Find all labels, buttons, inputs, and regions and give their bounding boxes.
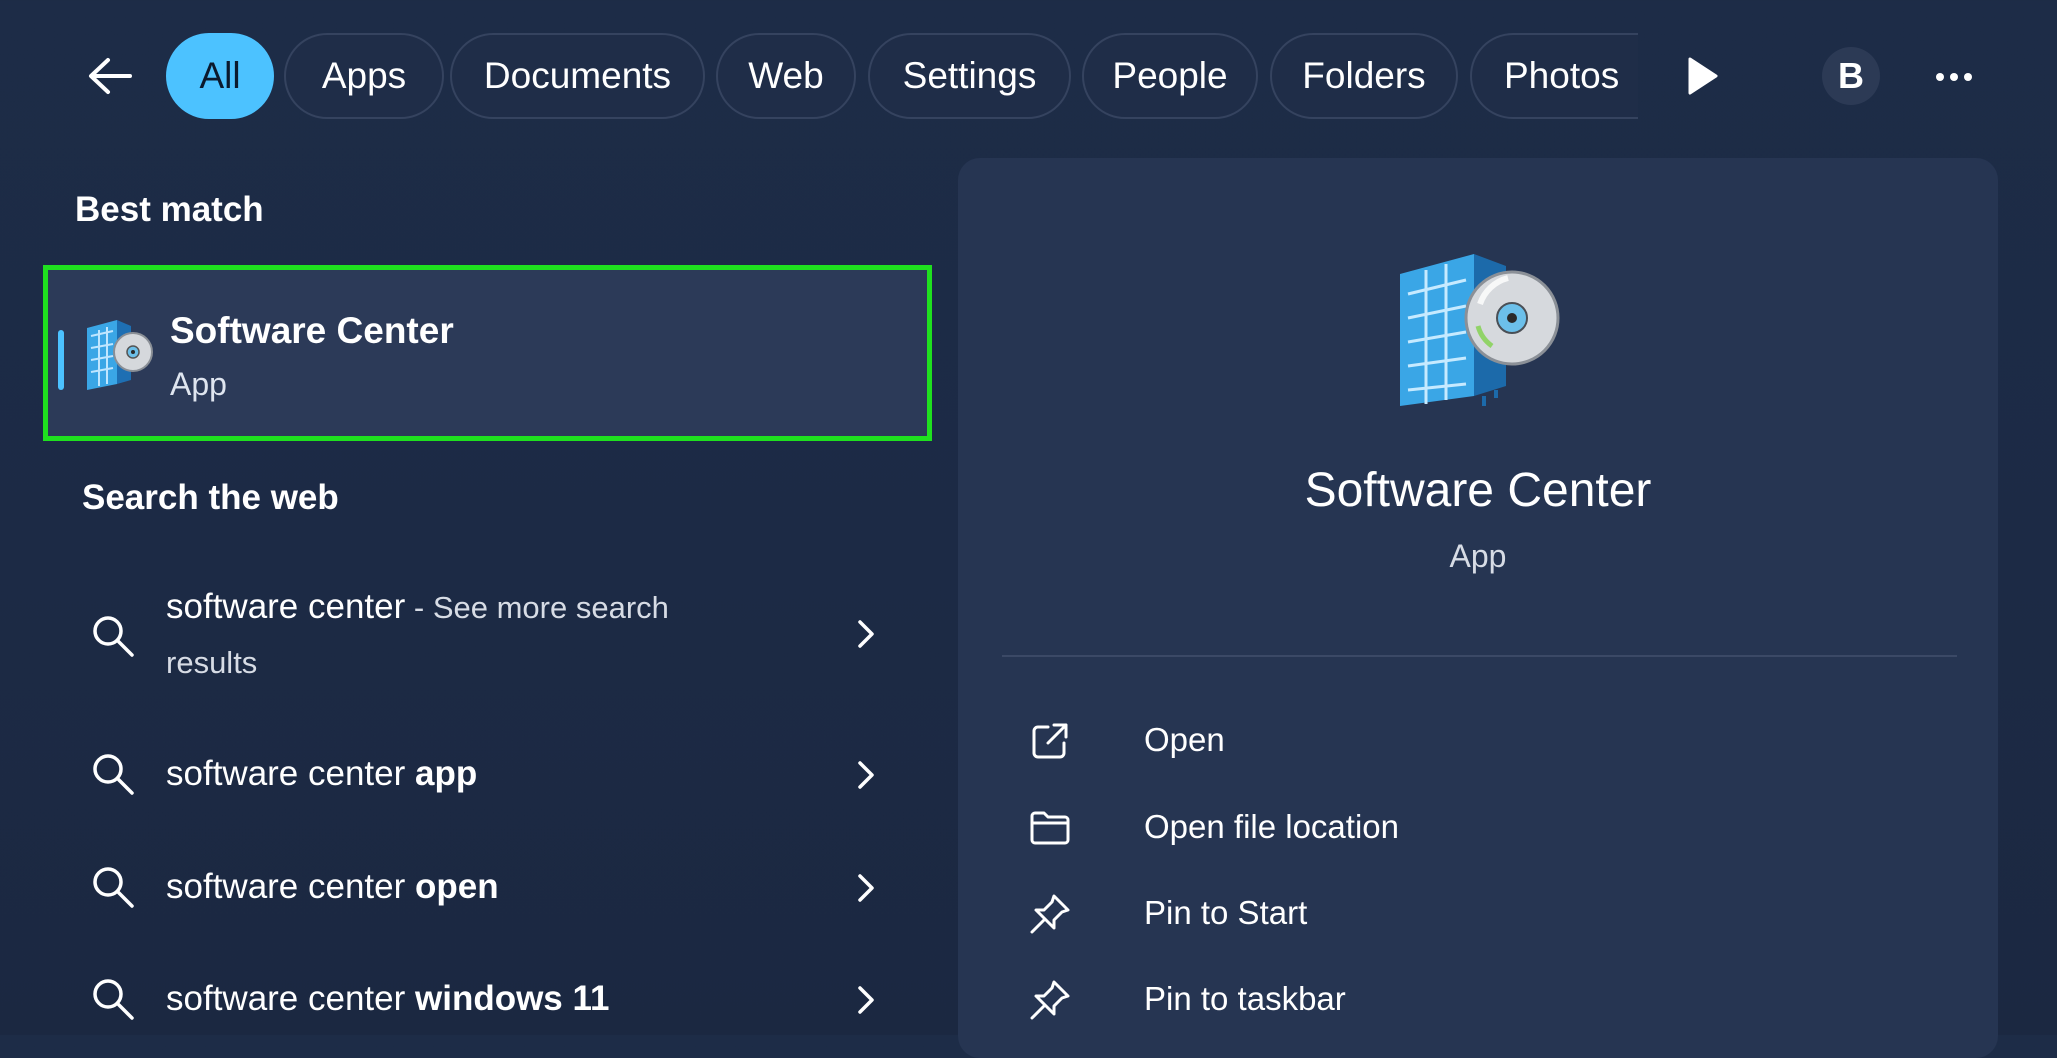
play-icon[interactable]: [1682, 54, 1722, 98]
pin-to-taskbar-action[interactable]: Pin to taskbar: [1028, 970, 1628, 1030]
tab-web[interactable]: Web: [716, 33, 856, 119]
more-options-icon[interactable]: [1934, 62, 1974, 92]
tab-documents[interactable]: Documents: [450, 33, 705, 119]
search-icon: [93, 754, 134, 795]
chevron-right-icon: [858, 761, 874, 789]
pin-to-start-action[interactable]: Pin to Start: [1028, 884, 1628, 944]
web-result-item[interactable]: software center - See more search result…: [60, 580, 900, 690]
software-center-icon: [87, 320, 153, 390]
pin-icon: [1030, 980, 1070, 1020]
tab-apps[interactable]: Apps: [284, 33, 444, 119]
web-query-bold: open: [415, 867, 499, 906]
back-button[interactable]: [80, 50, 140, 102]
selection-indicator: [58, 330, 64, 390]
pin-icon: [1030, 894, 1070, 934]
folder-icon: [1030, 811, 1070, 845]
tab-settings[interactable]: Settings: [868, 33, 1071, 119]
open-external-icon: [1032, 723, 1068, 759]
tab-all[interactable]: All: [166, 33, 274, 119]
search-icon: [93, 616, 134, 657]
open-file-location-label: Open file location: [1144, 808, 1399, 845]
search-web-heading: Search the web: [82, 478, 339, 517]
avatar[interactable]: B: [1822, 47, 1880, 105]
web-query-prefix: software center: [166, 979, 415, 1018]
chevron-right-icon: [858, 620, 874, 648]
result-type: App: [170, 366, 227, 402]
web-result-item[interactable]: software center windows 11: [60, 970, 900, 1030]
pin-to-taskbar-label: Pin to taskbar: [1144, 980, 1346, 1017]
tab-folders[interactable]: Folders: [1270, 33, 1458, 119]
tab-people[interactable]: People: [1082, 33, 1258, 119]
open-action[interactable]: Open: [1028, 711, 1628, 771]
best-match-heading: Best match: [75, 190, 264, 229]
details-type: App: [1449, 538, 1507, 574]
web-query-prefix: software center: [166, 754, 415, 793]
arrow-left-icon: [89, 58, 132, 94]
web-query-bold: windows 11: [415, 979, 610, 1018]
open-label: Open: [1144, 721, 1225, 758]
web-query-suffix: - See more search: [405, 590, 669, 625]
details-panel: Software Center App Open Open file locat…: [958, 158, 1998, 1058]
tab-photos[interactable]: Photos: [1470, 33, 1638, 119]
search-icon: [93, 867, 134, 908]
pin-to-start-label: Pin to Start: [1144, 894, 1308, 931]
chevron-right-icon: [858, 874, 874, 902]
chevron-right-icon: [858, 986, 874, 1014]
open-file-location-action[interactable]: Open file location: [1028, 798, 1628, 858]
web-query-bold: app: [415, 754, 478, 793]
web-query-prefix: software center: [166, 867, 415, 906]
software-center-icon: [1400, 254, 1560, 406]
result-title: Software Center: [170, 310, 454, 351]
details-title: Software Center: [1304, 464, 1652, 517]
web-query-suffix-line2: results: [166, 645, 258, 680]
divider: [1002, 655, 1957, 657]
search-icon: [93, 979, 134, 1020]
web-result-item[interactable]: software center app: [60, 745, 900, 805]
best-match-result[interactable]: Software Center App: [43, 265, 932, 441]
web-query-text: software center: [166, 587, 406, 626]
web-result-item[interactable]: software center open: [60, 858, 900, 918]
